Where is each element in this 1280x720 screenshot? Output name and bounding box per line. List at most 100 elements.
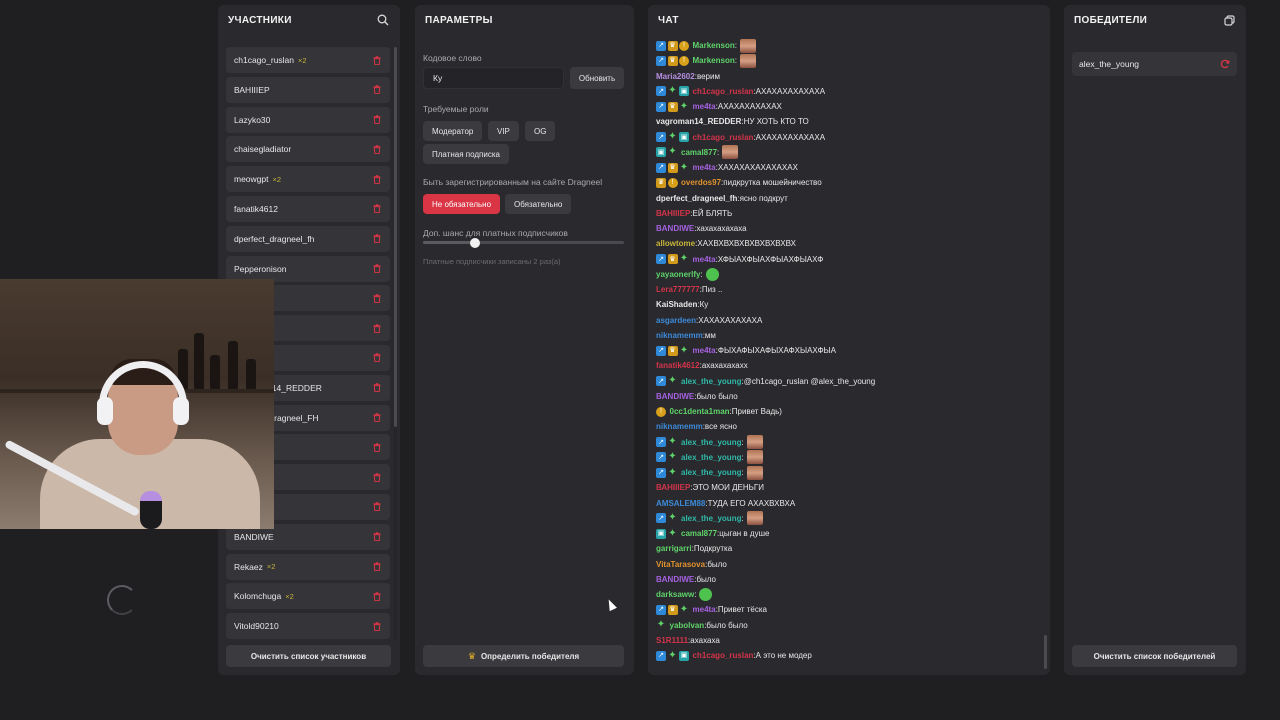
chat-username[interactable]: BANDIWE xyxy=(656,575,694,584)
trash-icon[interactable] xyxy=(372,293,382,303)
chat-separator: : xyxy=(734,41,737,50)
chat-scrollbar[interactable] xyxy=(1044,37,1047,671)
chat-username[interactable]: me4ta xyxy=(693,346,716,355)
chat-username[interactable]: alex_the_young xyxy=(681,453,741,462)
chat-text: ясно подкрут xyxy=(739,193,788,203)
chat-username[interactable]: ВАНІІІЕР xyxy=(656,483,690,492)
reroll-icon[interactable] xyxy=(1220,59,1230,69)
chat-username[interactable]: allowtome xyxy=(656,239,695,248)
gift-badge-icon: ▣ xyxy=(679,132,689,142)
chat-username[interactable]: KaiShaden xyxy=(656,300,697,309)
trash-icon[interactable] xyxy=(372,621,382,631)
emote-icon xyxy=(746,435,763,449)
chat-username[interactable]: S1R1111 xyxy=(656,636,688,645)
chat-username[interactable]: alex_the_young xyxy=(681,438,741,447)
crown-badge-icon: ♛ xyxy=(667,604,678,615)
chat-message: AMSALEM88: ТУДА ЕГО АХАХВХВХА xyxy=(656,496,1038,511)
chat-username[interactable]: yayaonerlfy xyxy=(656,270,700,279)
chat-username[interactable]: darksaww xyxy=(656,590,694,599)
trash-icon[interactable] xyxy=(372,55,382,65)
role-og-button[interactable]: OG xyxy=(525,121,556,141)
search-icon[interactable] xyxy=(376,13,390,27)
chat-username[interactable]: BANDIWE xyxy=(656,224,694,233)
chat-username[interactable]: BANDIWE xyxy=(656,392,694,401)
trash-icon[interactable] xyxy=(372,442,382,452)
trash-icon[interactable] xyxy=(372,85,382,95)
trash-icon[interactable] xyxy=(372,234,382,244)
chat-username[interactable]: yabolvan xyxy=(670,621,705,630)
chat-username[interactable]: camal877 xyxy=(681,148,717,157)
chat-username[interactable]: 0cc1denta1man xyxy=(670,407,730,416)
required-button[interactable]: Обязательно xyxy=(505,194,572,214)
update-button[interactable]: Обновить xyxy=(570,67,624,89)
trash-icon[interactable] xyxy=(372,532,382,542)
chat-username[interactable]: alex_the_young xyxy=(681,468,741,477)
chat-username[interactable]: dperfect_dragneel_fh xyxy=(656,194,737,203)
chat-message: niknamemm: все ясно xyxy=(656,419,1038,434)
chat-username[interactable]: Maria2602 xyxy=(656,72,695,81)
codeword-input[interactable]: Ку xyxy=(423,67,564,89)
chat-username[interactable]: asgardeen xyxy=(656,316,696,325)
chat-username[interactable]: ch1cago_ruslan xyxy=(693,87,754,96)
trash-icon[interactable] xyxy=(372,174,382,184)
chat-username[interactable]: overdos97 xyxy=(681,178,721,187)
chat-username[interactable]: niknamemm xyxy=(656,331,703,340)
clear-participants-button[interactable]: Очистить список участников xyxy=(226,645,391,667)
emote-icon xyxy=(699,588,713,601)
chat-username[interactable]: camal877 xyxy=(681,529,717,538)
chance-slider[interactable] xyxy=(423,237,624,248)
chat-messages[interactable]: ↗ ♛! Markenson: ↗ ♛! Markenson: Maria2602: в… xyxy=(656,37,1038,671)
trash-icon[interactable] xyxy=(372,264,382,274)
trash-icon[interactable] xyxy=(372,353,382,363)
chat-username[interactable]: alex_the_young xyxy=(681,514,741,523)
chat-username[interactable]: me4ta xyxy=(693,102,716,111)
trash-icon[interactable] xyxy=(372,413,382,423)
copy-icon[interactable] xyxy=(1222,13,1236,27)
chat-message: ↗ ♛ ✦ me4ta: АХАХАХАХАХАХ xyxy=(656,99,1038,114)
chat-username[interactable]: garrigarri xyxy=(656,544,692,553)
trash-icon[interactable] xyxy=(372,115,382,125)
chat-username[interactable]: me4ta xyxy=(693,255,716,264)
participants-scrollbar[interactable] xyxy=(394,47,397,639)
chat-username[interactable]: Markenson xyxy=(693,56,735,65)
chat-username[interactable]: niknamemm xyxy=(656,422,703,431)
chat-username[interactable]: alex_the_young xyxy=(681,377,741,386)
chat-username[interactable]: me4ta xyxy=(693,163,716,172)
trash-icon[interactable] xyxy=(372,562,382,572)
determine-winner-button[interactable]: ♛ Определить победителя xyxy=(423,645,624,667)
trash-icon[interactable] xyxy=(372,502,382,512)
slider-handle[interactable] xyxy=(470,237,481,248)
role-vip-button[interactable]: VIP xyxy=(488,121,519,141)
chat-username[interactable]: VitaTarasova xyxy=(656,560,705,569)
trash-icon[interactable] xyxy=(372,323,382,333)
trash-icon[interactable] xyxy=(372,591,382,601)
chat-username[interactable]: fanatik4612 xyxy=(656,361,700,370)
trash-icon[interactable] xyxy=(372,472,382,482)
mod-badge-icon: ↗ xyxy=(656,40,666,51)
chat-text: ФЫХАФЫХАФЫХАФХЫАХФЫА xyxy=(717,346,836,355)
chat-panel: ЧАТ ↗ ♛! Markenson: ↗ ♛! Markenson: Maria260… xyxy=(648,5,1050,675)
chat-username[interactable]: Lera777777 xyxy=(656,285,700,294)
chat-username[interactable]: Markenson xyxy=(693,41,735,50)
chat-message: ↗ ♛ ✦ me4ta: Привет тёска xyxy=(656,602,1038,617)
gift-badge-icon: ▣ xyxy=(656,528,666,539)
chat-username[interactable]: me4ta xyxy=(693,605,716,614)
trash-icon[interactable] xyxy=(372,204,382,214)
chat-username[interactable]: AMSALEM88 xyxy=(656,499,705,508)
role-paid-sub-button[interactable]: Платная подписка xyxy=(423,144,509,164)
chat-message: ↗ ✦ ▣ ch1cago_ruslan: АХАХАХАХАХАХА xyxy=(656,130,1038,145)
chat-username[interactable]: ch1cago_ruslan xyxy=(693,651,754,660)
chat-username[interactable]: ch1cago_ruslan xyxy=(693,133,754,142)
chat-username[interactable]: vagroman14_REDDER xyxy=(656,117,741,126)
trash-icon[interactable] xyxy=(372,383,382,393)
trash-icon[interactable] xyxy=(372,144,382,154)
mod-badge-icon: ↗ xyxy=(656,254,666,264)
clear-winners-button[interactable]: Очистить список победителей xyxy=(1072,645,1237,667)
role-moderator-button[interactable]: Модератор xyxy=(423,121,483,141)
chat-text: было xyxy=(707,559,727,569)
chat-username[interactable]: ВАНІІІЕР xyxy=(656,209,690,218)
not-required-button[interactable]: Не обязательно xyxy=(423,194,501,214)
roles-label: Требуемые роли xyxy=(423,104,489,114)
chat-text: Подкрутка xyxy=(693,544,733,554)
chat-message: niknamemm: мм xyxy=(656,328,1038,343)
